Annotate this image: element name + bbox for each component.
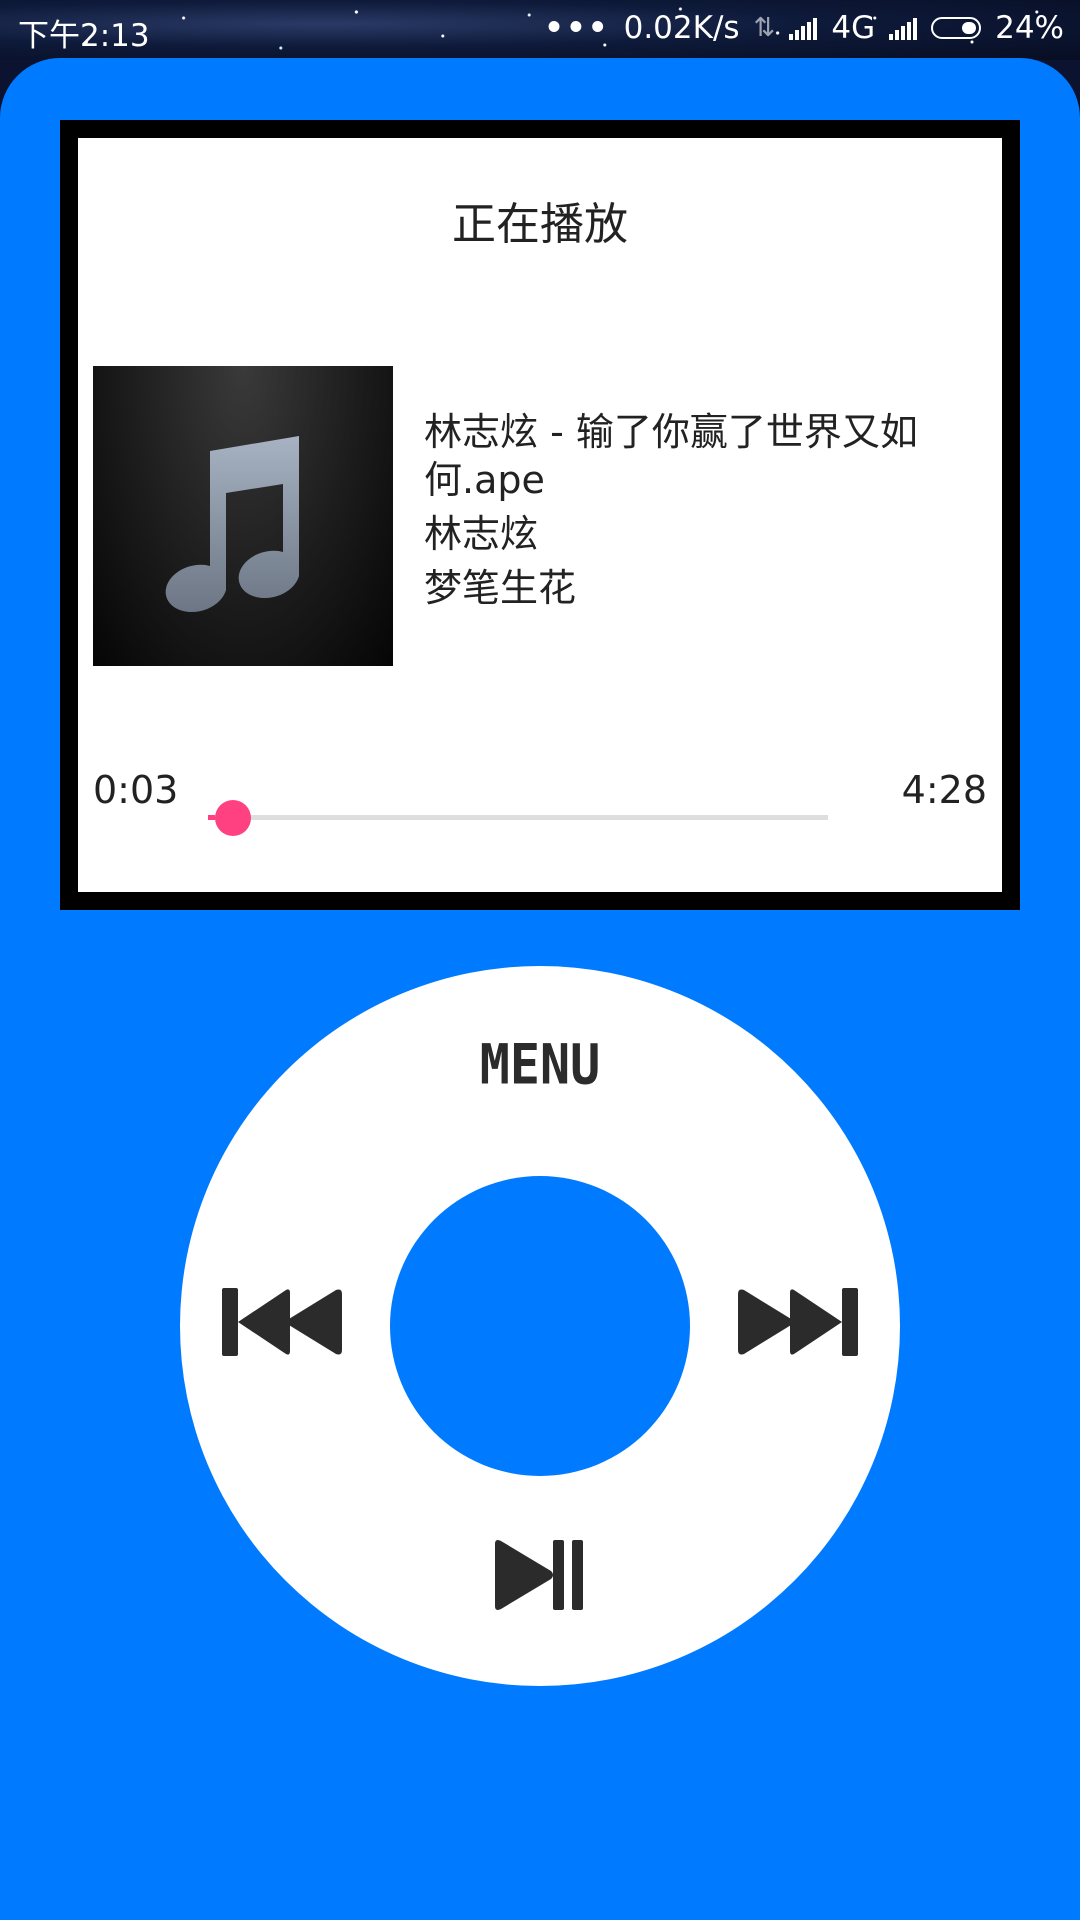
seek-thumb[interactable]	[215, 800, 251, 836]
seek-track	[208, 815, 828, 820]
network-type: 4G	[831, 10, 876, 46]
music-note-icon	[165, 436, 299, 613]
data-activity-icon: ⇅	[753, 13, 776, 43]
menu-button[interactable]: MENU	[180, 1033, 900, 1097]
battery-icon	[931, 17, 982, 39]
previous-button[interactable]	[222, 1288, 342, 1356]
player-body: 正在播放 林志炫 - 输了你赢了世界又如何.ape 林志炫 梦笔生花 0:03 …	[0, 58, 1080, 1920]
status-bar: 下午2:13 ••• 0.02K/s ⇅ 4G 24%	[0, 0, 1080, 60]
battery-percent: 24%	[995, 10, 1064, 46]
play-pause-button[interactable]	[495, 1538, 585, 1612]
screen-bezel: 正在播放 林志炫 - 输了你赢了世界又如何.ape 林志炫 梦笔生花 0:03 …	[60, 120, 1020, 910]
album-art	[93, 366, 393, 666]
center-select-button[interactable]	[390, 1176, 690, 1476]
skip-previous-icon	[222, 1288, 342, 1356]
signal-icon	[789, 16, 818, 40]
now-playing-screen: 正在播放 林志炫 - 输了你赢了世界又如何.ape 林志炫 梦笔生花 0:03 …	[78, 138, 1002, 892]
song-info: 林志炫 - 输了你赢了世界又如何.ape 林志炫 梦笔生花	[424, 408, 964, 618]
seek-progress	[208, 815, 215, 820]
signal-icon-2	[889, 16, 918, 40]
song-album: 梦笔生花	[424, 566, 577, 610]
screen-title: 正在播放	[452, 199, 628, 250]
current-time: 0:03	[93, 768, 179, 812]
play-pause-icon	[495, 1540, 583, 1610]
seek-bar[interactable]	[208, 798, 828, 838]
skip-next-icon	[738, 1288, 858, 1356]
status-time: 下午2:13	[18, 18, 150, 54]
next-button[interactable]	[738, 1288, 858, 1356]
net-speed: 0.02K/s	[623, 10, 740, 46]
total-time: 4:28	[901, 768, 987, 812]
song-title: 林志炫 - 输了你赢了世界又如何.ape	[424, 410, 918, 502]
status-indicators: ••• 0.02K/s ⇅ 4G 24%	[544, 10, 1064, 46]
click-wheel[interactable]: MENU	[180, 966, 900, 1686]
song-artist: 林志炫	[424, 512, 539, 556]
notification-dots: •••	[544, 10, 610, 46]
